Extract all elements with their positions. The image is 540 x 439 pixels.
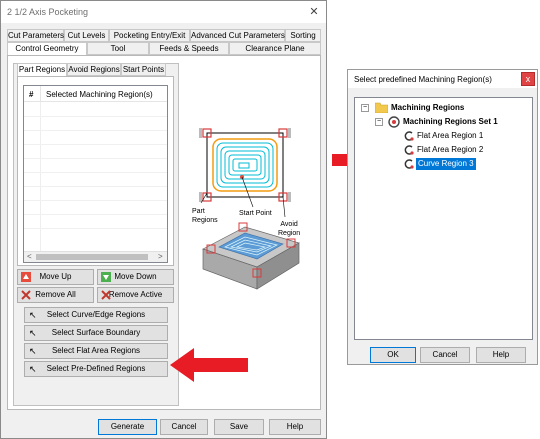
close-icon[interactable]: ✕ — [306, 4, 322, 20]
remove-all-button[interactable]: Remove All — [17, 287, 94, 303]
remove-x-icon — [21, 290, 31, 300]
grid-line — [24, 200, 167, 201]
grid-line — [24, 228, 167, 229]
tab-sorting[interactable]: Sorting — [285, 29, 321, 42]
folder-icon — [375, 102, 388, 113]
tree-root-label[interactable]: Machining Regions — [391, 102, 464, 114]
red-arrow-left-icon — [170, 348, 248, 382]
generate-button[interactable]: Generate — [98, 419, 157, 435]
list-header: # Selected Machining Region(s) — [24, 86, 167, 102]
tab-tool[interactable]: Tool — [87, 42, 149, 55]
tab-advanced-cut-parameters[interactable]: Advanced Cut Parameters — [190, 29, 285, 42]
remove-active-label: Remove Active — [108, 290, 163, 299]
subtab-start-points[interactable]: Start Points — [121, 63, 166, 76]
column-selected-regions: Selected Machining Region(s) — [46, 90, 153, 99]
collapse-icon[interactable]: − — [361, 104, 369, 112]
dialog-cancel-button[interactable]: Cancel — [420, 347, 470, 363]
dialog-title: Select predefined Machining Region(s) — [354, 75, 492, 84]
subtab-avoid-regions[interactable]: Avoid Regions — [67, 63, 121, 76]
avoid-region-label: Avoid Region — [278, 221, 301, 237]
close-icon[interactable]: x — [521, 72, 535, 86]
tab-pocketing-entry-exit[interactable]: Pocketing Entry/Exit — [109, 29, 190, 42]
tree-item-curve-region-3[interactable]: Curve Region 3 — [416, 158, 476, 170]
remove-x-icon — [101, 290, 111, 300]
grid-line — [24, 116, 167, 117]
tree-item-flat-area-1[interactable]: Flat Area Region 1 — [417, 130, 483, 142]
move-down-button[interactable]: Move Down — [97, 269, 174, 285]
tab-control-geometry[interactable]: Control Geometry — [7, 42, 87, 56]
subtab-part-regions[interactable]: Part Regions — [17, 63, 67, 77]
tab-cut-parameters[interactable]: Cut Parameters — [7, 29, 64, 42]
select-flat-label: Select Flat Area Regions — [51, 346, 141, 355]
select-flat-area-button[interactable]: ↖ Select Flat Area Regions — [24, 343, 168, 359]
tab-clearance-plane[interactable]: Clearance Plane — [229, 42, 321, 55]
horizontal-scrollbar[interactable]: < > — [24, 251, 167, 262]
tab-cut-levels[interactable]: Cut Levels — [64, 29, 109, 42]
cursor-icon: ↖ — [29, 328, 37, 338]
grid-line — [24, 158, 167, 159]
title-bar: 2 1/2 Axis Pocketing ✕ — [1, 1, 326, 23]
column-divider — [40, 86, 41, 102]
region-curve-icon — [404, 159, 414, 169]
tab-feeds-speeds[interactable]: Feeds & Speeds — [149, 42, 229, 55]
scrollbar-thumb[interactable] — [36, 254, 148, 260]
grid-line — [24, 144, 167, 145]
move-down-label: Move Down — [114, 272, 157, 281]
move-up-button[interactable]: Move Up — [17, 269, 94, 285]
select-surface-boundary-button[interactable]: ↖ Select Surface Boundary — [24, 325, 168, 341]
scroll-left-icon[interactable]: < — [27, 252, 32, 261]
region-curve-icon — [404, 145, 414, 155]
select-predefined-button[interactable]: ↖ Select Pre-Defined Regions — [24, 361, 168, 377]
select-surface-label: Select Surface Boundary — [51, 328, 141, 337]
scroll-right-icon[interactable]: > — [158, 252, 163, 261]
dialog-help-button[interactable]: Help — [476, 347, 526, 363]
remove-active-button[interactable]: Remove Active — [97, 287, 174, 303]
grid-line — [24, 186, 167, 187]
region-set-icon — [388, 116, 400, 128]
help-button[interactable]: Help — [269, 419, 321, 435]
dialog-title-bar: Select predefined Machining Region(s) x — [348, 70, 537, 88]
cursor-icon: ↖ — [29, 364, 37, 374]
arrow-down-icon — [101, 272, 111, 282]
select-predefined-dialog: Select predefined Machining Region(s) x … — [347, 69, 538, 365]
regions-tree[interactable]: − Machining Regions − Machining Regions … — [354, 97, 533, 340]
main-window: 2 1/2 Axis Pocketing ✕ Cut Parameters Cu… — [0, 0, 327, 439]
move-up-label: Move Up — [39, 272, 72, 281]
tree-item-flat-area-2[interactable]: Flat Area Region 2 — [417, 144, 483, 156]
remove-all-label: Remove All — [35, 290, 76, 299]
select-curve-edge-button[interactable]: ↖ Select Curve/Edge Regions — [24, 307, 168, 323]
collapse-icon[interactable]: − — [375, 118, 383, 126]
start-point-label: Start Point — [239, 210, 272, 217]
cancel-button[interactable]: Cancel — [160, 419, 208, 435]
select-predefined-label: Select Pre-Defined Regions — [46, 364, 146, 373]
part-regions-label: Part Regions — [192, 208, 218, 224]
cursor-icon: ↖ — [29, 310, 37, 320]
window-title: 2 1/2 Axis Pocketing — [7, 7, 89, 17]
regions-list[interactable]: # Selected Machining Region(s) < > — [23, 85, 168, 263]
tree-set-label[interactable]: Machining Regions Set 1 — [403, 116, 498, 128]
ok-button[interactable]: OK — [370, 347, 416, 363]
region-curve-icon — [404, 131, 414, 141]
grid-line — [40, 102, 41, 252]
grid-line — [24, 130, 167, 131]
column-hash: # — [29, 90, 34, 99]
grid-line — [24, 172, 167, 173]
arrow-up-icon — [21, 272, 31, 282]
grid-line — [24, 214, 167, 215]
cursor-icon: ↖ — [29, 346, 37, 356]
save-button[interactable]: Save — [214, 419, 264, 435]
select-curve-label: Select Curve/Edge Regions — [46, 310, 146, 319]
